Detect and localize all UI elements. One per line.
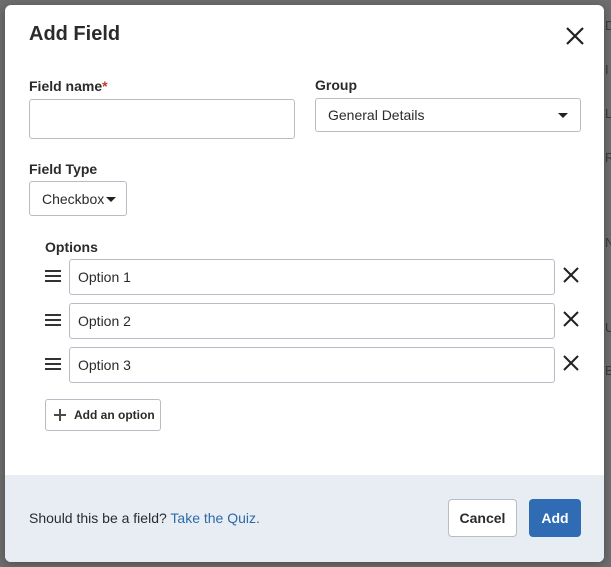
- field-name-label-text: Field name: [29, 78, 103, 94]
- take-quiz-link[interactable]: Take the Quiz.: [170, 510, 260, 526]
- background-glyph: I: [605, 62, 609, 77]
- remove-icon: [563, 267, 579, 283]
- remove-option-button[interactable]: [562, 310, 580, 328]
- add-option-label: Add an option: [74, 408, 155, 422]
- drag-handle-icon[interactable]: [45, 270, 61, 282]
- caret-down-icon: [558, 113, 568, 118]
- background-glyph: L: [605, 106, 611, 121]
- add-field-dialog: Add Field Field name* Group General Deta…: [5, 5, 604, 562]
- option-input[interactable]: [69, 303, 555, 339]
- drag-handle-icon[interactable]: [45, 358, 61, 370]
- field-type-label: Field Type: [29, 161, 98, 177]
- remove-icon: [563, 355, 579, 371]
- option-input[interactable]: [69, 259, 555, 295]
- background-glyph: N: [605, 235, 611, 250]
- required-marker: *: [102, 78, 108, 94]
- cancel-button[interactable]: Cancel: [448, 499, 517, 537]
- dialog-footer: Should this be a field? Take the Quiz. C…: [5, 475, 604, 562]
- remove-option-button[interactable]: [562, 266, 580, 284]
- group-select[interactable]: General Details: [315, 98, 581, 132]
- background-glyph: U: [605, 320, 611, 335]
- background-glyph: D: [605, 18, 611, 33]
- field-name-label: Field name*: [29, 78, 108, 94]
- option-input[interactable]: [69, 347, 555, 383]
- add-option-button[interactable]: Add an option: [45, 399, 161, 431]
- caret-down-icon: [106, 197, 117, 202]
- field-type-select[interactable]: Checkbox: [29, 181, 127, 216]
- group-selected-value: General Details: [328, 107, 425, 123]
- field-name-input[interactable]: [29, 99, 295, 139]
- group-label: Group: [315, 77, 357, 93]
- plus-icon: [54, 409, 66, 421]
- close-button[interactable]: [564, 25, 586, 47]
- remove-option-button[interactable]: [562, 354, 580, 372]
- background-glyph: R: [605, 150, 611, 165]
- close-icon: [566, 27, 584, 45]
- drag-handle-icon[interactable]: [45, 314, 61, 326]
- field-type-selected-value: Checkbox: [42, 190, 105, 207]
- add-button[interactable]: Add: [529, 499, 581, 537]
- footer-prompt-text: Should this be a field?: [29, 510, 167, 526]
- footer-prompt: Should this be a field? Take the Quiz.: [29, 510, 260, 526]
- remove-icon: [563, 311, 579, 327]
- options-label: Options: [45, 239, 98, 255]
- dialog-title: Add Field: [29, 23, 121, 45]
- background-glyph: B: [605, 363, 611, 378]
